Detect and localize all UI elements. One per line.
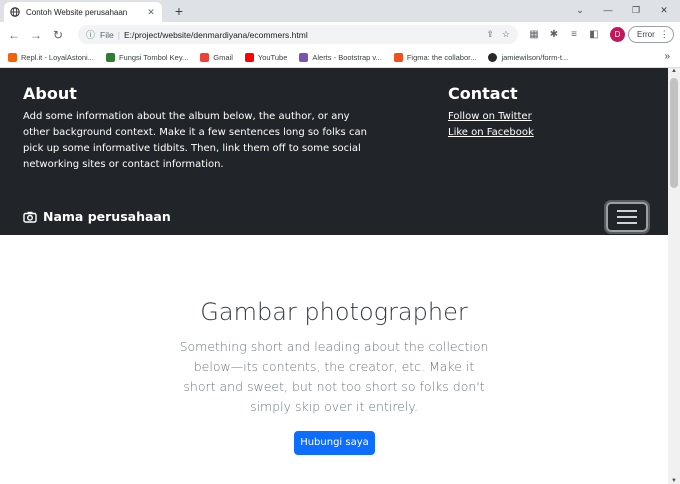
- back-icon[interactable]: ←: [5, 26, 23, 44]
- profile-avatar[interactable]: D: [610, 27, 625, 42]
- bookmark-star-icon[interactable]: ☆: [502, 29, 510, 40]
- media-control-icon[interactable]: ≡: [566, 27, 582, 43]
- github-icon: [488, 52, 498, 62]
- bookmark-item[interactable]: Figma: the collabor...: [393, 52, 477, 62]
- about-heading: About: [23, 84, 77, 103]
- browser-toolbar: ← → ↻ ⓘ File | E:/project/website/denmar…: [0, 22, 680, 47]
- camera-icon: [23, 211, 37, 223]
- tab-active[interactable]: Contoh Website perusahaan ✕: [4, 2, 162, 22]
- bootstrap-icon: [299, 52, 309, 62]
- bookmark-label: jamiewilson/form-t...: [501, 52, 569, 62]
- minimize-button[interactable]: —: [594, 0, 622, 20]
- contact-heading: Contact: [448, 84, 518, 103]
- about-text: Add some information about the album bel…: [23, 111, 367, 170]
- hero-lead: Something short and leading about the co…: [179, 339, 489, 414]
- keyboard-site-icon: [105, 52, 115, 62]
- facebook-link[interactable]: Like on Facebook: [448, 125, 608, 141]
- tab-close-icon[interactable]: ✕: [146, 7, 156, 18]
- reload-icon[interactable]: ↻: [49, 26, 67, 44]
- bookmark-item[interactable]: Fungsi Tombol Key...: [105, 52, 189, 62]
- bookmark-label: Figma: the collabor...: [406, 52, 477, 62]
- hamburger-icon-bar: [617, 210, 637, 212]
- menu-dots-icon: ⋮: [659, 29, 669, 39]
- replit-icon: [8, 52, 17, 62]
- address-bar[interactable]: ⓘ File | E:/project/website/denmardiyana…: [78, 25, 518, 44]
- navbar-brand[interactable]: Nama perusahaan: [23, 209, 171, 224]
- bookmark-label: Repl.it - LoyalAstoni...: [21, 52, 94, 62]
- hamburger-icon-bar: [617, 222, 637, 224]
- twitter-link[interactable]: Follow on Twitter: [448, 109, 608, 125]
- extensions-puzzle-icon[interactable]: ✱: [546, 27, 562, 43]
- youtube-icon: [244, 52, 254, 62]
- brand-name: Nama perusahaan: [43, 209, 171, 224]
- page-viewport: About Add some information about the alb…: [0, 68, 668, 484]
- bookmark-item[interactable]: jamiewilson/form-t...: [488, 52, 569, 62]
- info-icon[interactable]: ⓘ: [86, 28, 95, 41]
- forward-icon[interactable]: →: [27, 26, 45, 44]
- about-section: About Add some information about the alb…: [23, 84, 368, 173]
- bookmark-item[interactable]: Alerts - Bootstrap v...: [299, 52, 382, 62]
- side-panel-icon[interactable]: ◧: [586, 27, 602, 43]
- scrollbar[interactable]: ▲ ▼: [668, 68, 680, 484]
- contact-button[interactable]: Hubungi saya: [294, 431, 375, 455]
- close-window-button[interactable]: ✕: [650, 0, 678, 20]
- scroll-up-icon[interactable]: ▲: [670, 68, 678, 74]
- bookmark-item[interactable]: Repl.it - LoyalAstoni...: [8, 52, 94, 62]
- error-button[interactable]: Error ⋮: [628, 26, 674, 43]
- new-tab-button[interactable]: +: [170, 3, 188, 19]
- tab-strip: Contoh Website perusahaan ✕ + ⌄ — ❐ ✕: [0, 0, 680, 22]
- bookmarks-overflow-button[interactable]: »: [664, 51, 670, 62]
- bookmarks-bar: Repl.it - LoyalAstoni... Fungsi Tombol K…: [0, 47, 680, 68]
- url-text[interactable]: E:/project/website/denmardiyana/ecommers…: [124, 30, 478, 40]
- hamburger-icon-bar: [617, 216, 637, 218]
- error-label: Error: [637, 30, 655, 39]
- hero-section: Gambar photographer Something short and …: [0, 235, 668, 484]
- figma-icon: [393, 52, 403, 62]
- globe-icon: [10, 7, 20, 17]
- url-scheme: File: [100, 29, 114, 40]
- gmail-icon: [200, 52, 210, 62]
- contact-section: Contact Follow on Twitter Like on Facebo…: [448, 84, 608, 141]
- tab-title: Contoh Website perusahaan: [26, 7, 128, 17]
- share-icon[interactable]: ⇪: [486, 29, 494, 40]
- scrollbar-thumb[interactable]: [670, 78, 678, 188]
- restore-button[interactable]: ❐: [622, 0, 650, 20]
- bookmark-label: YouTube: [257, 52, 288, 62]
- scroll-down-icon[interactable]: ▼: [670, 478, 678, 484]
- bookmark-label: Gmail: [213, 52, 233, 62]
- navbar-toggler-button[interactable]: [606, 202, 648, 232]
- bookmark-item[interactable]: YouTube: [244, 52, 288, 62]
- browser-chrome: Contoh Website perusahaan ✕ + ⌄ — ❐ ✕ ← …: [0, 0, 680, 68]
- url-separator: |: [117, 29, 120, 40]
- hero-title: Gambar photographer: [200, 298, 468, 326]
- navbar-collapse-content: About Add some information about the alb…: [0, 68, 668, 235]
- bookmark-label: Alerts - Bootstrap v...: [312, 52, 382, 62]
- extension-icon-1[interactable]: ▦: [526, 27, 542, 43]
- tab-search-button[interactable]: ⌄: [566, 0, 594, 20]
- bookmark-label: Fungsi Tombol Key...: [118, 52, 189, 62]
- bookmark-item[interactable]: Gmail: [200, 52, 233, 62]
